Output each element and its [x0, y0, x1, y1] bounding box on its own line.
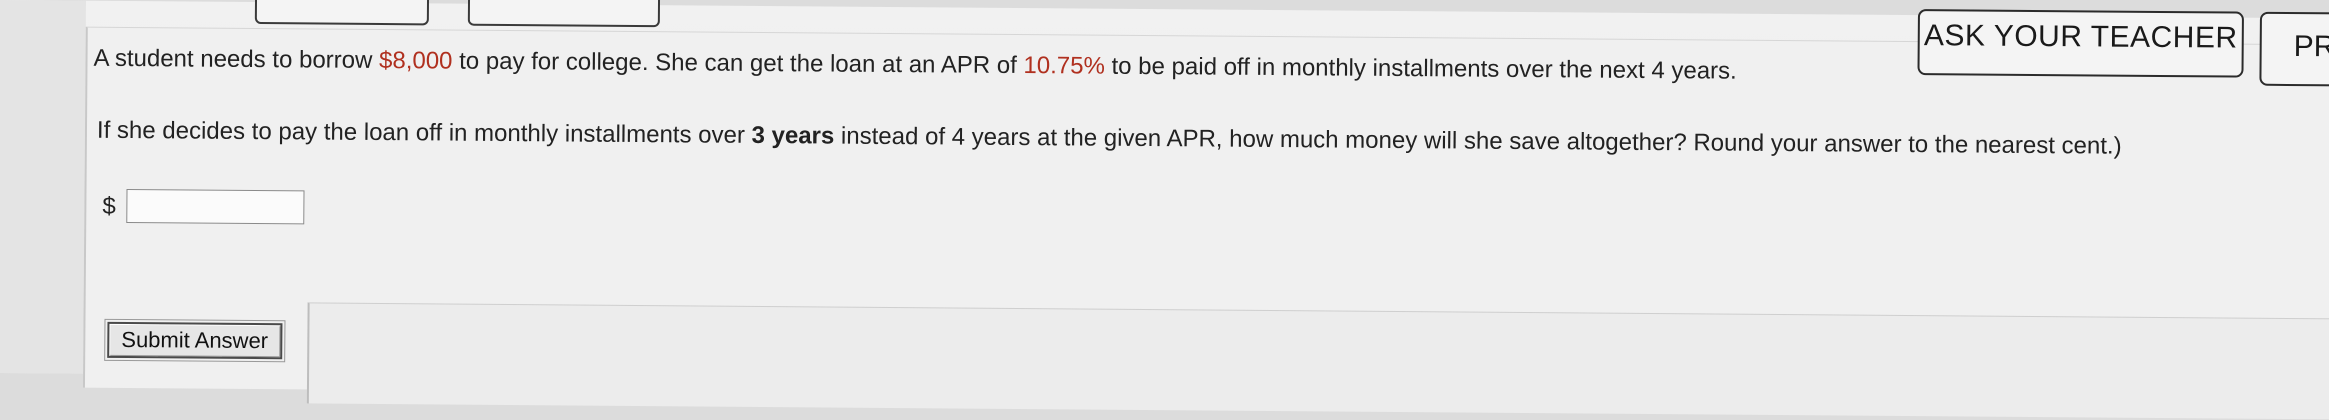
left-margin	[0, 0, 86, 374]
currency-symbol: $	[102, 192, 116, 220]
loan-amount: $8,000	[378, 46, 453, 75]
practice-label: PR	[2293, 30, 2329, 64]
intro-text: A student needs to borrow	[93, 44, 380, 74]
question-page: ASK YOUR TEACHER PR A student needs to b…	[0, 0, 2329, 420]
submit-answer-button[interactable]: Submit Answer	[104, 318, 286, 363]
practice-button[interactable]: PR	[2259, 11, 2329, 87]
top-tab-button[interactable]	[467, 0, 661, 28]
prompt-bold-term: 3 years	[751, 121, 835, 150]
feedback-area	[306, 302, 2329, 420]
intro-text: to be paid off in monthly installments o…	[1104, 52, 1737, 85]
intro-text: to pay for college. She can get the loan…	[452, 47, 1024, 80]
ask-your-teacher-button[interactable]: ASK YOUR TEACHER	[1917, 9, 2244, 78]
ask-your-teacher-label: ASK YOUR TEACHER	[1923, 19, 2238, 55]
apr-value: 10.75%	[1023, 52, 1105, 80]
top-tab-button[interactable]	[254, 0, 430, 26]
answer-input[interactable]	[126, 188, 305, 225]
prompt-text: If she decides to pay the loan off in mo…	[96, 116, 752, 149]
